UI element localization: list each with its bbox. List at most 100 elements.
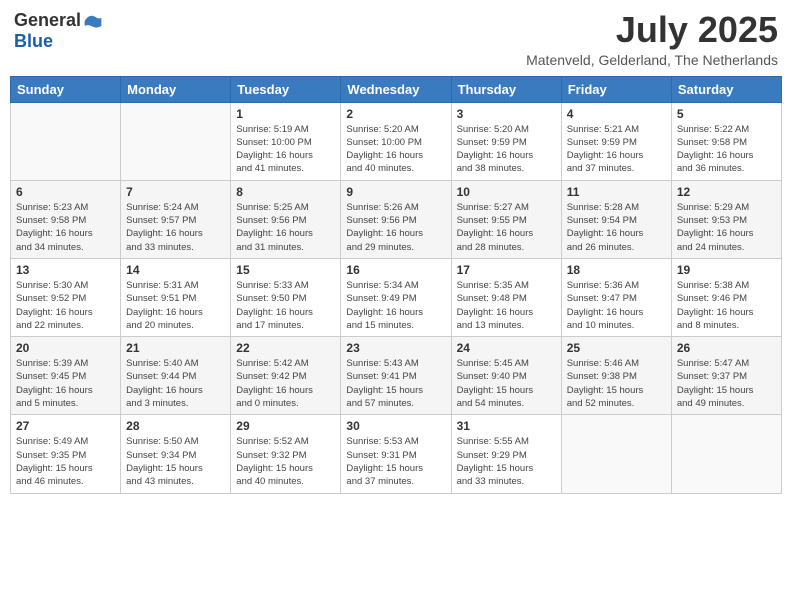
- week-row-3: 13Sunrise: 5:30 AM Sunset: 9:52 PM Dayli…: [11, 258, 782, 336]
- calendar-cell: [121, 102, 231, 180]
- week-row-5: 27 Sunrise: 5:49 AM Sunset: 9:35 PM Dayli…: [11, 415, 782, 493]
- calendar-cell: 27 Sunrise: 5:49 AM Sunset: 9:35 PM Dayli…: [11, 415, 121, 493]
- day-info: Sunrise: 5:53 AM Sunset: 9:31 PM Dayligh…: [346, 435, 445, 488]
- day-info: Sunrise: 5:19 AM Sunset: 10:00 PM Daylig…: [236, 123, 335, 176]
- day-info: Sunrise: 5:29 AM Sunset: 9:53 PM Dayligh…: [677, 201, 776, 254]
- calendar-cell: 1 Sunrise: 5:19 AM Sunset: 10:00 PM Dayli…: [231, 102, 341, 180]
- calendar-cell: 24 Sunrise: 5:45 AM Sunset: 9:40 PM Dayli…: [451, 337, 561, 415]
- day-number: 25: [567, 341, 666, 355]
- calendar-cell: 19Sunrise: 5:38 AM Sunset: 9:46 PM Dayli…: [671, 258, 781, 336]
- calendar-cell: 30 Sunrise: 5:53 AM Sunset: 9:31 PM Dayli…: [341, 415, 451, 493]
- day-number: 29: [236, 419, 335, 433]
- day-info: Sunrise: 5:50 AM Sunset: 9:34 PM Dayligh…: [126, 435, 225, 488]
- weekday-header-monday: Monday: [121, 76, 231, 102]
- day-info: Sunrise: 5:27 AM Sunset: 9:55 PM Dayligh…: [457, 201, 556, 254]
- calendar-cell: [561, 415, 671, 493]
- day-number: 23: [346, 341, 445, 355]
- day-info: Sunrise: 5:45 AM Sunset: 9:40 PM Dayligh…: [457, 357, 556, 410]
- calendar-cell: 13Sunrise: 5:30 AM Sunset: 9:52 PM Dayli…: [11, 258, 121, 336]
- day-number: 12: [677, 185, 776, 199]
- calendar-cell: 22 Sunrise: 5:42 AM Sunset: 9:42 PM Dayli…: [231, 337, 341, 415]
- calendar-cell: 29Sunrise: 5:52 AM Sunset: 9:32 PM Dayli…: [231, 415, 341, 493]
- day-info: Sunrise: 5:23 AM Sunset: 9:58 PM Dayligh…: [16, 201, 115, 254]
- month-title: July 2025: [526, 10, 778, 50]
- calendar-cell: 28 Sunrise: 5:50 AM Sunset: 9:34 PM Dayli…: [121, 415, 231, 493]
- calendar-cell: 25 Sunrise: 5:46 AM Sunset: 9:38 PM Dayli…: [561, 337, 671, 415]
- calendar-cell: [11, 102, 121, 180]
- day-number: 28: [126, 419, 225, 433]
- day-number: 31: [457, 419, 556, 433]
- calendar-cell: 18 Sunrise: 5:36 AM Sunset: 9:47 PM Dayli…: [561, 258, 671, 336]
- day-number: 11: [567, 185, 666, 199]
- day-number: 13: [16, 263, 115, 277]
- week-row-4: 20Sunrise: 5:39 AM Sunset: 9:45 PM Dayli…: [11, 337, 782, 415]
- day-info: Sunrise: 5:42 AM Sunset: 9:42 PM Dayligh…: [236, 357, 335, 410]
- day-info: Sunrise: 5:20 AM Sunset: 9:59 PM Dayligh…: [457, 123, 556, 176]
- day-number: 15: [236, 263, 335, 277]
- day-info: Sunrise: 5:35 AM Sunset: 9:48 PM Dayligh…: [457, 279, 556, 332]
- day-number: 2: [346, 107, 445, 121]
- day-number: 8: [236, 185, 335, 199]
- week-row-1: 1 Sunrise: 5:19 AM Sunset: 10:00 PM Dayli…: [11, 102, 782, 180]
- day-info: Sunrise: 5:47 AM Sunset: 9:37 PM Dayligh…: [677, 357, 776, 410]
- weekday-header-sunday: Sunday: [11, 76, 121, 102]
- day-info: Sunrise: 5:24 AM Sunset: 9:57 PM Dayligh…: [126, 201, 225, 254]
- day-number: 22: [236, 341, 335, 355]
- day-info: Sunrise: 5:21 AM Sunset: 9:59 PM Dayligh…: [567, 123, 666, 176]
- day-number: 1: [236, 107, 335, 121]
- day-number: 9: [346, 185, 445, 199]
- calendar-cell: 8 Sunrise: 5:25 AM Sunset: 9:56 PM Daylig…: [231, 180, 341, 258]
- day-info: Sunrise: 5:43 AM Sunset: 9:41 PM Dayligh…: [346, 357, 445, 410]
- calendar-cell: 14Sunrise: 5:31 AM Sunset: 9:51 PM Dayli…: [121, 258, 231, 336]
- calendar-cell: 20Sunrise: 5:39 AM Sunset: 9:45 PM Dayli…: [11, 337, 121, 415]
- day-info: Sunrise: 5:22 AM Sunset: 9:58 PM Dayligh…: [677, 123, 776, 176]
- calendar: SundayMondayTuesdayWednesdayThursdayFrid…: [10, 76, 782, 494]
- week-row-2: 6Sunrise: 5:23 AM Sunset: 9:58 PM Daylig…: [11, 180, 782, 258]
- day-info: Sunrise: 5:49 AM Sunset: 9:35 PM Dayligh…: [16, 435, 115, 488]
- calendar-cell: 26 Sunrise: 5:47 AM Sunset: 9:37 PM Dayli…: [671, 337, 781, 415]
- calendar-cell: 2 Sunrise: 5:20 AM Sunset: 10:00 PM Dayli…: [341, 102, 451, 180]
- day-number: 24: [457, 341, 556, 355]
- day-number: 21: [126, 341, 225, 355]
- calendar-cell: 23 Sunrise: 5:43 AM Sunset: 9:41 PM Dayli…: [341, 337, 451, 415]
- day-info: Sunrise: 5:39 AM Sunset: 9:45 PM Dayligh…: [16, 357, 115, 410]
- weekday-header-wednesday: Wednesday: [341, 76, 451, 102]
- calendar-cell: 5Sunrise: 5:22 AM Sunset: 9:58 PM Daylig…: [671, 102, 781, 180]
- calendar-cell: 31 Sunrise: 5:55 AM Sunset: 9:29 PM Dayli…: [451, 415, 561, 493]
- day-info: Sunrise: 5:34 AM Sunset: 9:49 PM Dayligh…: [346, 279, 445, 332]
- day-info: Sunrise: 5:20 AM Sunset: 10:00 PM Daylig…: [346, 123, 445, 176]
- weekday-header-thursday: Thursday: [451, 76, 561, 102]
- logo-general: General: [14, 10, 81, 31]
- day-info: Sunrise: 5:36 AM Sunset: 9:47 PM Dayligh…: [567, 279, 666, 332]
- calendar-cell: 12 Sunrise: 5:29 AM Sunset: 9:53 PM Dayli…: [671, 180, 781, 258]
- day-number: 18: [567, 263, 666, 277]
- calendar-cell: 16Sunrise: 5:34 AM Sunset: 9:49 PM Dayli…: [341, 258, 451, 336]
- day-info: Sunrise: 5:40 AM Sunset: 9:44 PM Dayligh…: [126, 357, 225, 410]
- calendar-cell: 3 Sunrise: 5:20 AM Sunset: 9:59 PM Daylig…: [451, 102, 561, 180]
- day-number: 3: [457, 107, 556, 121]
- calendar-cell: 15 Sunrise: 5:33 AM Sunset: 9:50 PM Dayli…: [231, 258, 341, 336]
- calendar-cell: 10Sunrise: 5:27 AM Sunset: 9:55 PM Dayli…: [451, 180, 561, 258]
- logo-blue: Blue: [14, 31, 53, 52]
- logo: General Blue: [14, 10, 103, 52]
- day-number: 17: [457, 263, 556, 277]
- day-info: Sunrise: 5:25 AM Sunset: 9:56 PM Dayligh…: [236, 201, 335, 254]
- day-number: 14: [126, 263, 225, 277]
- day-info: Sunrise: 5:33 AM Sunset: 9:50 PM Dayligh…: [236, 279, 335, 332]
- weekday-header-tuesday: Tuesday: [231, 76, 341, 102]
- day-info: Sunrise: 5:55 AM Sunset: 9:29 PM Dayligh…: [457, 435, 556, 488]
- calendar-cell: 7 Sunrise: 5:24 AM Sunset: 9:57 PM Daylig…: [121, 180, 231, 258]
- day-info: Sunrise: 5:38 AM Sunset: 9:46 PM Dayligh…: [677, 279, 776, 332]
- title-section: July 2025 Matenveld, Gelderland, The Net…: [526, 10, 778, 68]
- calendar-cell: 11 Sunrise: 5:28 AM Sunset: 9:54 PM Dayli…: [561, 180, 671, 258]
- calendar-cell: 21 Sunrise: 5:40 AM Sunset: 9:44 PM Dayli…: [121, 337, 231, 415]
- day-number: 30: [346, 419, 445, 433]
- day-number: 7: [126, 185, 225, 199]
- day-number: 27: [16, 419, 115, 433]
- day-info: Sunrise: 5:28 AM Sunset: 9:54 PM Dayligh…: [567, 201, 666, 254]
- day-info: Sunrise: 5:46 AM Sunset: 9:38 PM Dayligh…: [567, 357, 666, 410]
- location-title: Matenveld, Gelderland, The Netherlands: [526, 52, 778, 68]
- weekday-header-friday: Friday: [561, 76, 671, 102]
- calendar-cell: 6Sunrise: 5:23 AM Sunset: 9:58 PM Daylig…: [11, 180, 121, 258]
- day-number: 26: [677, 341, 776, 355]
